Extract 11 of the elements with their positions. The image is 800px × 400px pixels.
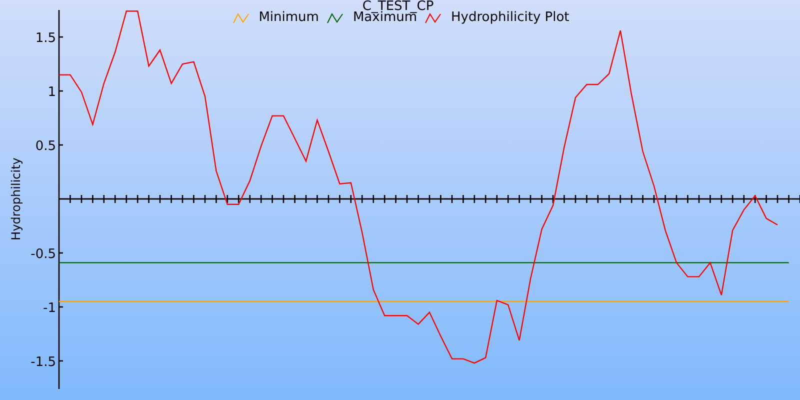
legend-label: Hydrophilicity Plot xyxy=(451,10,570,26)
y-tick-label: 1.5 xyxy=(35,31,56,46)
y-axis-label: Hydrophilicity xyxy=(9,158,23,240)
y-tick-label: 1 xyxy=(48,84,56,100)
chart-title: C_TEST_CP xyxy=(362,0,434,13)
y-tick-label: 0.5 xyxy=(35,138,56,154)
y-tick-label: -1 xyxy=(43,300,56,316)
legend-label: Maximum xyxy=(352,10,418,26)
y-tick-label: -0.5 xyxy=(30,246,56,262)
legend-label: Minimum xyxy=(258,10,319,26)
y-tick-label: -1.5 xyxy=(30,354,56,370)
